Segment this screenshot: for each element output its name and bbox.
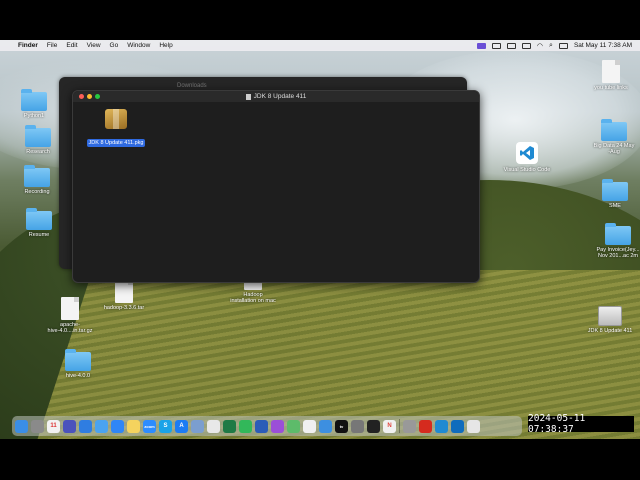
safari-icon[interactable] bbox=[111, 419, 124, 433]
keyboard-icon[interactable] bbox=[506, 42, 516, 49]
desktop-item-jdk-volume[interactable]: JDK 8 Update 411 bbox=[580, 306, 640, 334]
menu-finder[interactable]: Finder bbox=[18, 42, 38, 49]
weather-icon[interactable] bbox=[319, 419, 332, 433]
settings-icon[interactable] bbox=[351, 419, 364, 433]
finder-window-thumbnail-icon[interactable] bbox=[467, 419, 480, 433]
files-icon[interactable] bbox=[79, 419, 92, 433]
preview-icon[interactable] bbox=[191, 419, 204, 433]
preferences-icon[interactable] bbox=[403, 419, 416, 433]
desktop-item-sme[interactable]: SME bbox=[585, 179, 640, 209]
podcasts-icon[interactable] bbox=[271, 419, 284, 433]
zoom-button[interactable] bbox=[95, 94, 100, 99]
menu-help[interactable]: Help bbox=[159, 42, 172, 49]
desktop-item-apache-hive[interactable]: apache- hive-4.0....in.tar.gz bbox=[40, 297, 100, 334]
menu-view[interactable]: View bbox=[87, 42, 101, 49]
folder-icon bbox=[605, 223, 631, 245]
photos-icon[interactable] bbox=[303, 419, 316, 433]
word-icon[interactable] bbox=[255, 419, 268, 433]
window-titlebar[interactable]: JDK 8 Update 411 bbox=[73, 91, 479, 102]
desktop-item-youtube-links[interactable]: you tube links bbox=[581, 60, 640, 91]
package-file[interactable]: JDK 8 Update 411.pkg bbox=[86, 109, 146, 149]
minimize-button[interactable] bbox=[87, 94, 92, 99]
terminal-icon[interactable] bbox=[367, 419, 380, 433]
folder-icon bbox=[65, 349, 91, 371]
skype-icon[interactable]: S bbox=[159, 419, 172, 433]
disk-icon bbox=[598, 306, 622, 326]
wifi-icon[interactable]: ◠ bbox=[537, 42, 543, 50]
folder-icon bbox=[24, 165, 50, 187]
archive-icon bbox=[61, 297, 79, 320]
launchpad-icon[interactable] bbox=[31, 419, 44, 433]
folder-icon bbox=[601, 119, 627, 141]
excel-icon[interactable] bbox=[223, 419, 236, 433]
desktop-item-vscode[interactable]: Visual Studio Code bbox=[497, 142, 557, 173]
folder-icon bbox=[602, 179, 628, 201]
close-button[interactable] bbox=[79, 94, 84, 99]
notes-icon[interactable] bbox=[127, 419, 140, 433]
menu-file[interactable]: File bbox=[47, 42, 57, 49]
vscode-dock-icon[interactable] bbox=[435, 419, 448, 433]
finder-window[interactable]: JDK 8 Update 411 JDK 8 Update 411.pkg bbox=[72, 90, 480, 283]
video-timestamp: 2024-05-11 07:38:37 bbox=[528, 413, 634, 435]
finder-icon[interactable] bbox=[15, 419, 28, 433]
menu-go[interactable]: Go bbox=[110, 42, 119, 49]
menu-edit[interactable]: Edit bbox=[66, 42, 77, 49]
maps-icon[interactable] bbox=[287, 419, 300, 433]
menu-window[interactable]: Window bbox=[127, 42, 150, 49]
desktop-item-hive[interactable]: hive-4.0.0 bbox=[48, 349, 108, 379]
teams-icon[interactable] bbox=[63, 419, 76, 433]
control-center-icon[interactable] bbox=[558, 42, 568, 49]
search-icon[interactable]: ⌕ bbox=[549, 42, 553, 50]
app-store-icon[interactable]: A bbox=[175, 419, 188, 433]
chrome-icon[interactable] bbox=[207, 419, 220, 433]
mail-icon[interactable] bbox=[95, 419, 108, 433]
vscode-icon bbox=[516, 142, 538, 164]
menu-bar: Finder File Edit View Go Window Help ◠ ⌕… bbox=[0, 40, 640, 51]
calendar-icon[interactable]: 11 bbox=[47, 419, 60, 433]
display-icon[interactable] bbox=[491, 42, 501, 49]
screen-recording-icon[interactable] bbox=[476, 42, 486, 49]
folder-icon bbox=[26, 208, 52, 230]
folder-icon bbox=[25, 125, 51, 147]
desktop-item-big-data[interactable]: Big Data 24 May -Aug bbox=[584, 119, 640, 155]
desktop-item-python1[interactable]: Python1 bbox=[4, 89, 64, 119]
dock: 11 zoom S A tv N bbox=[12, 416, 522, 436]
acrobat-icon[interactable] bbox=[419, 419, 432, 433]
zoom-icon[interactable]: zoom bbox=[143, 419, 156, 433]
folder-icon bbox=[21, 89, 47, 111]
archive-icon bbox=[115, 280, 133, 303]
apple-tv-icon[interactable]: tv bbox=[335, 419, 348, 433]
dock-separator bbox=[399, 419, 400, 433]
package-icon bbox=[105, 109, 127, 129]
menu-clock[interactable]: Sat May 11 7:38 AM bbox=[574, 42, 632, 49]
window-title: JDK 8 Update 411 bbox=[253, 93, 307, 100]
battery-icon[interactable] bbox=[521, 42, 531, 49]
volume-icon bbox=[245, 93, 251, 100]
document-icon bbox=[602, 60, 620, 83]
numbers-icon[interactable] bbox=[239, 419, 252, 433]
desktop-item-recording[interactable]: Recording bbox=[7, 165, 67, 195]
desktop-item-hadoop-tar[interactable]: hadoop-3.3.6.tar bbox=[94, 280, 154, 311]
news-icon[interactable]: N bbox=[383, 419, 396, 433]
outlook-icon[interactable] bbox=[451, 419, 464, 433]
window-title: Downloads bbox=[177, 83, 207, 89]
package-file-label: JDK 8 Update 411.pkg bbox=[86, 139, 146, 147]
desktop-item-pay-invoice[interactable]: Pay Invoice(Jey... Nov 201...ac 2m bbox=[588, 223, 640, 259]
